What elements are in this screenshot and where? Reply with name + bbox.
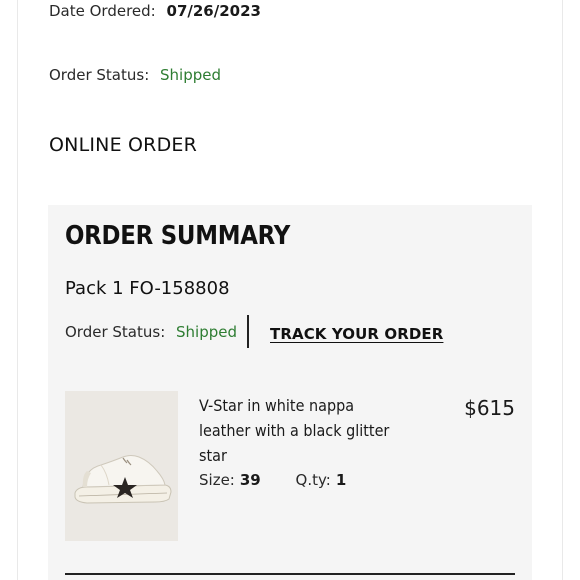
product-name[interactable]: V-Star in white nappa leather with a bla… [199,393,397,468]
left-border [17,0,18,580]
date-ordered-row: Date Ordered: 07/26/2023 [49,2,261,20]
order-status-row: Order Status: Shipped [49,66,221,84]
size-qty-row: Size: 39 Q.ty: 1 [199,471,346,489]
size-label: Size: [199,471,235,489]
order-status-value: Shipped [160,66,222,84]
size-value: 39 [239,471,261,489]
summary-divider [65,573,515,575]
order-status-label: Order Status: [49,66,150,84]
pack-status-value: Shipped [176,323,238,341]
pack-status-label: Order Status: [65,323,166,341]
date-ordered-label: Date Ordered: [49,2,156,20]
right-border [562,0,563,580]
date-ordered-value: 07/26/2023 [166,2,261,20]
qty-label: Q.ty: [295,471,331,489]
track-order-link[interactable]: TRACK YOUR ORDER [270,325,443,343]
order-detail-page: Date Ordered: 07/26/2023 Order Status: S… [0,0,580,580]
order-summary-card: ORDER SUMMARY Pack 1 FO-158808 Order Sta… [48,205,532,580]
pack-status-row: Order Status: Shipped [65,323,237,341]
order-channel: ONLINE ORDER [49,134,198,156]
pack-id: Pack 1 FO-158808 [65,278,230,299]
sneaker-image[interactable] [65,391,178,541]
product-price: $615 [464,396,515,420]
sneaker-icon [65,391,178,541]
order-summary-title: ORDER SUMMARY [65,221,291,251]
qty-value: 1 [335,471,347,489]
status-divider [247,315,249,348]
